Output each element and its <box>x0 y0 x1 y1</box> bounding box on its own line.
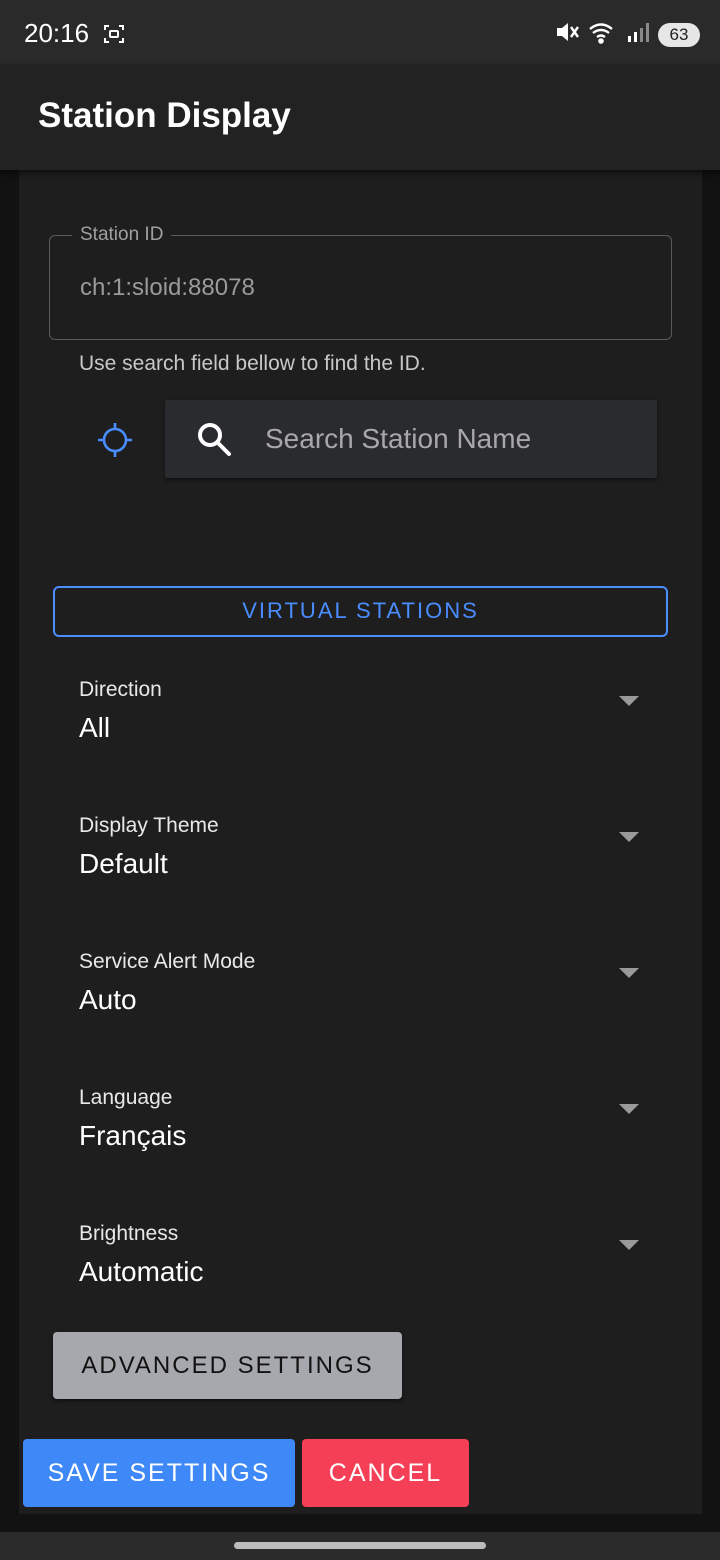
app-bar: Station Display <box>0 64 720 170</box>
status-bar: 20:16 63 <box>0 0 720 64</box>
search-box[interactable] <box>165 400 657 478</box>
direction-select[interactable]: Direction All <box>53 678 668 778</box>
search-input[interactable] <box>265 418 545 460</box>
display-theme-select[interactable]: Display Theme Default <box>53 814 668 914</box>
station-id-field[interactable]: Station ID ch:1:sloid:88078 <box>49 224 672 340</box>
language-select[interactable]: Language Français <box>53 1086 668 1186</box>
station-id-helper: Use search field bellow to find the ID. <box>79 352 426 375</box>
status-time: 20:16 <box>24 18 90 48</box>
language-value: Français <box>79 1120 187 1151</box>
nav-bar <box>0 1532 720 1560</box>
brightness-value: Automatic <box>79 1256 204 1287</box>
settings-card: Station ID ch:1:sloid:88078 Use search f… <box>19 170 702 1514</box>
service-alert-mode-label: Service Alert Mode <box>79 950 256 973</box>
home-indicator[interactable] <box>234 1542 486 1549</box>
search-icon <box>195 420 233 463</box>
brightness-select[interactable]: Brightness Automatic <box>53 1222 668 1322</box>
station-id-label: Station ID <box>72 224 172 246</box>
dropdown-arrow-icon <box>619 696 639 706</box>
locate-button[interactable] <box>95 420 135 460</box>
display-theme-value: Default <box>79 848 168 879</box>
display-theme-label: Display Theme <box>79 814 219 837</box>
screenshot-icon <box>102 22 126 51</box>
direction-value: All <box>79 712 111 743</box>
cancel-button[interactable]: CANCEL <box>302 1439 469 1507</box>
page-title: Station Display <box>38 96 291 135</box>
dropdown-arrow-icon <box>619 1240 639 1250</box>
save-settings-button[interactable]: SAVE SETTINGS <box>23 1439 295 1507</box>
crosshair-icon <box>98 423 132 457</box>
battery-icon: 63 <box>658 22 700 47</box>
dropdown-arrow-icon <box>619 832 639 842</box>
mute-icon <box>554 20 580 49</box>
station-id-value: ch:1:sloid:88078 <box>80 274 255 301</box>
service-alert-mode-select[interactable]: Service Alert Mode Auto <box>53 950 668 1050</box>
dropdown-arrow-icon <box>619 968 639 978</box>
advanced-settings-button[interactable]: ADVANCED SETTINGS <box>53 1332 402 1399</box>
virtual-stations-button[interactable]: VIRTUAL STATIONS <box>53 586 668 637</box>
direction-label: Direction <box>79 678 162 701</box>
status-icons: 63 <box>554 20 700 49</box>
wifi-icon <box>588 20 618 49</box>
signal-icon <box>626 20 650 49</box>
dropdown-arrow-icon <box>619 1104 639 1114</box>
brightness-label: Brightness <box>79 1222 179 1245</box>
language-label: Language <box>79 1086 173 1109</box>
service-alert-mode-value: Auto <box>79 984 137 1015</box>
